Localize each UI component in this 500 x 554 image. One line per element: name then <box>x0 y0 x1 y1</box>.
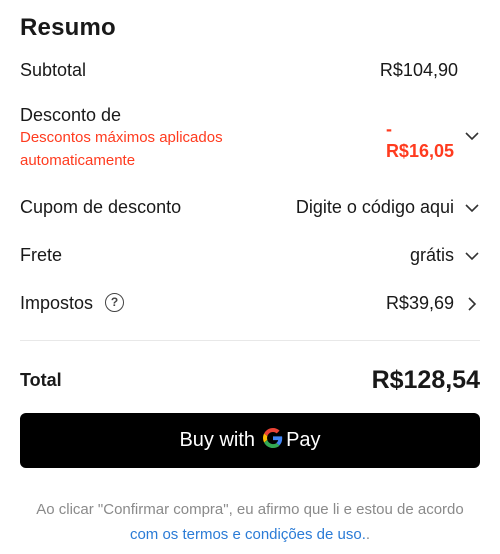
google-pay-button[interactable]: Buy with Pay <box>20 413 480 468</box>
shipping-value-block[interactable]: grátis <box>410 245 480 266</box>
taxes-value-block[interactable]: R$39,69 <box>386 293 480 314</box>
taxes-label: Impostos <box>20 293 94 313</box>
terms-notice: Ao clicar "Confirmar compra", eu afirmo … <box>20 497 480 547</box>
shipping-label: Frete <box>20 245 63 265</box>
coupon-label: Cupom de desconto <box>20 197 182 217</box>
shipping-row[interactable]: Frete grátis <box>20 245 480 266</box>
chevron-down-icon[interactable] <box>464 200 480 216</box>
terms-link[interactable]: com os termos e condições de uso. <box>130 526 366 543</box>
google-pay-brand: Pay <box>286 429 321 451</box>
discount-value: - R$16,05 <box>386 118 454 162</box>
coupon-row[interactable]: Cupom de desconto Digite o código aqui <box>20 197 480 218</box>
terms-text: Ao clicar "Confirmar compra", eu afirmo … <box>36 501 464 518</box>
total-row: Total R$128,54 <box>20 366 480 395</box>
discount-label-block: Desconto de Descontos máximos aplicados … <box>20 104 270 172</box>
terms-trailing: . <box>365 526 371 543</box>
subtotal-row: Subtotal R$104,90 <box>20 60 480 81</box>
taxes-label-block: Impostos ? <box>20 292 125 314</box>
discount-amount: R$16,05 <box>385 141 454 161</box>
chevron-down-icon[interactable] <box>464 248 480 264</box>
summary-title: Resumo <box>20 14 116 41</box>
shipping-value: grátis <box>409 245 454 265</box>
coupon-placeholder: Digite o código aqui <box>295 197 454 217</box>
discount-sign: - <box>385 119 392 139</box>
chevron-right-icon[interactable] <box>464 296 480 312</box>
coupon-input[interactable]: Digite o código aqui <box>296 197 480 218</box>
discount-label: Desconto de <box>20 105 122 125</box>
taxes-value: R$39,69 <box>385 293 454 313</box>
discount-value-block: - R$16,05 <box>386 118 480 162</box>
total-label: Total <box>20 370 62 390</box>
google-g-icon <box>263 427 283 454</box>
google-pay-button-content: Buy with Pay <box>179 427 321 454</box>
subtotal-label: Subtotal <box>20 60 87 80</box>
discount-sublabel: Descontos máximos aplicados automaticame… <box>20 129 223 169</box>
order-summary-panel: Resumo Subtotal R$104,90 Desconto de Des… <box>20 0 480 554</box>
google-pay-prefix: Buy with <box>179 429 256 451</box>
help-circle-icon[interactable]: ? <box>105 292 125 312</box>
taxes-row[interactable]: Impostos ? R$39,69 <box>20 292 480 314</box>
discount-row[interactable]: Desconto de Descontos máximos aplicados … <box>20 104 480 172</box>
divider <box>20 340 480 341</box>
chevron-down-icon[interactable] <box>464 128 480 144</box>
total-value: R$128,54 <box>371 366 480 394</box>
subtotal-value: R$104,90 <box>379 60 458 80</box>
